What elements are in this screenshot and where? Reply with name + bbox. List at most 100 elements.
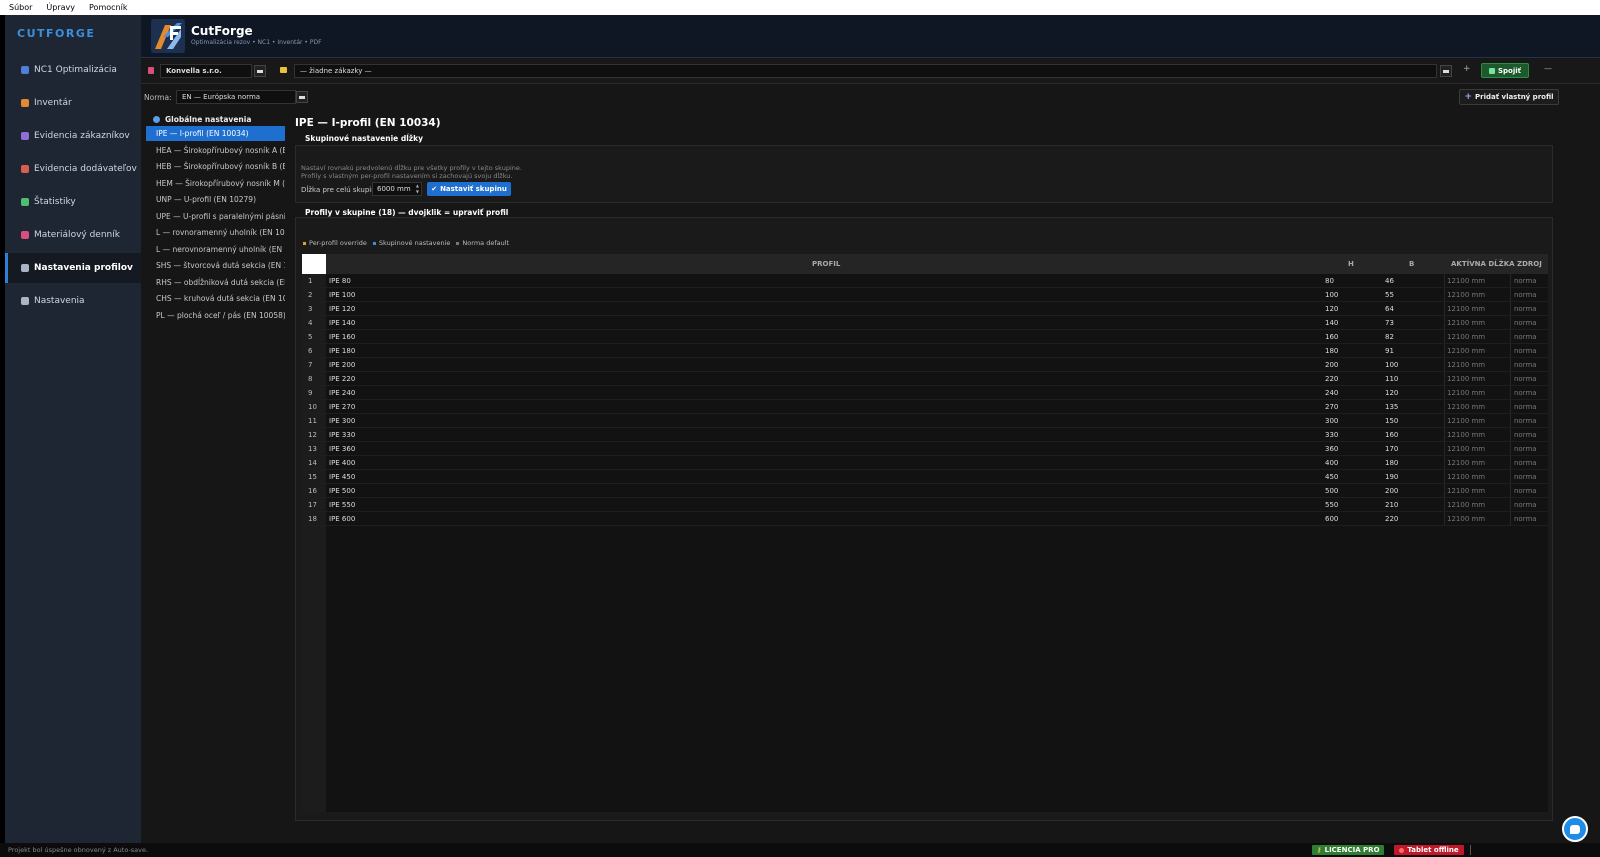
cell-profil: IPE 140 xyxy=(329,319,356,327)
tree-item-heb[interactable]: HEB — Širokopřírubový nosník B (EN 10034… xyxy=(146,159,285,174)
row-number: 13 xyxy=(308,445,317,453)
collapse-button[interactable]: — xyxy=(1544,64,1552,73)
cell-source: norma xyxy=(1514,431,1537,439)
table-row[interactable]: 16 IPE 500 500 200 12100 mm norma xyxy=(302,484,1548,498)
customer-dropdown-button[interactable] xyxy=(254,65,266,77)
row-number: 10 xyxy=(308,403,317,411)
row-number: 17 xyxy=(308,501,317,509)
group-length-box: Nastaví rovnakú predvolenú dĺžku pre vše… xyxy=(295,145,1553,203)
tree-item-chs[interactable]: CHS — kruhová dutá sekcia (EN 10219) xyxy=(146,291,285,306)
cell-b: 180 xyxy=(1385,459,1399,467)
table-row[interactable]: 6 IPE 180 180 91 12100 mm norma xyxy=(302,344,1548,358)
row-number: 8 xyxy=(308,375,313,383)
table-row[interactable]: 4 IPE 140 140 73 12100 mm norma xyxy=(302,316,1548,330)
cell-source: norma xyxy=(1514,515,1537,523)
cell-profil: IPE 600 xyxy=(329,515,356,523)
cell-source: norma xyxy=(1514,389,1537,397)
profile-settings-panel: IPE — I-profil (EN 10034) Skupinové nast… xyxy=(295,113,1595,828)
table-row[interactable]: 11 IPE 300 300 150 12100 mm norma xyxy=(302,414,1548,428)
table-row[interactable]: 5 IPE 160 160 82 12100 mm norma xyxy=(302,330,1548,344)
menu-file[interactable]: Súbor xyxy=(0,3,37,12)
norm-dropdown-button[interactable] xyxy=(296,91,308,103)
table-row[interactable]: 12 IPE 330 330 160 12100 mm norma xyxy=(302,428,1548,442)
sidebar-item-inventar[interactable]: Inventár xyxy=(5,88,141,118)
table-row[interactable]: 17 IPE 550 550 210 12100 mm norma xyxy=(302,498,1548,512)
cell-active-length: 12100 mm xyxy=(1447,515,1486,523)
connect-button[interactable]: Spojiť xyxy=(1481,63,1529,78)
cell-b: 55 xyxy=(1385,291,1394,299)
tree-item-rhs[interactable]: RHS — obdĺžniková dutá sekcia (EN 10219) xyxy=(146,275,285,290)
table-row[interactable]: 10 IPE 270 270 135 12100 mm norma xyxy=(302,400,1548,414)
table-row[interactable]: 9 IPE 240 240 120 12100 mm norma xyxy=(302,386,1548,400)
cell-h: 100 xyxy=(1325,291,1339,299)
notebook-icon xyxy=(21,231,29,239)
tree-item-shs[interactable]: SHS — štvorcová dutá sekcia (EN 10219) xyxy=(146,258,285,273)
customer-select[interactable]: Konvella s.r.o. xyxy=(160,64,252,78)
group-length-input[interactable]: 6000 mm ▲ ▼ xyxy=(372,182,422,196)
sidebar-item-materialovy-dennik[interactable]: Materiálový denník xyxy=(5,220,141,250)
tree-item-label: UPE — U-profil s paralelnými pásnicami xyxy=(156,211,285,221)
sidebar-item-nastavenia-profilov[interactable]: Nastavenia profilov xyxy=(5,253,141,283)
cell-profil: IPE 180 xyxy=(329,347,356,355)
cutforge-logo-icon xyxy=(151,19,185,53)
set-group-button[interactable]: ✔ Nastaviť skupinu xyxy=(427,182,511,196)
cell-profil: IPE 500 xyxy=(329,487,356,495)
tree-item-l[interactable]: L — rovnoramenný uholník (EN 10056-1) xyxy=(146,225,285,240)
order-dropdown-button[interactable] xyxy=(1440,65,1452,77)
tree-item-pl[interactable]: PL — plochá oceľ / pás (EN 10058) xyxy=(146,308,285,323)
cell-b: 150 xyxy=(1385,417,1399,425)
tree-root-global[interactable]: Globálne nastavenia xyxy=(153,113,251,125)
table-row[interactable]: 15 IPE 450 450 190 12100 mm norma xyxy=(302,470,1548,484)
table-row[interactable]: 1 IPE 80 80 46 12100 mm norma xyxy=(302,274,1548,288)
column-header-profil[interactable]: PROFIL xyxy=(812,254,840,274)
order-select[interactable]: — žiadne zákazky — xyxy=(294,64,1437,78)
cell-b: 210 xyxy=(1385,501,1399,509)
cell-profil: IPE 400 xyxy=(329,459,356,467)
tree-item-l[interactable]: L — nerovnoramenný uholník (EN 10056-1) xyxy=(146,242,285,257)
table-row[interactable]: 7 IPE 200 200 100 12100 mm norma xyxy=(302,358,1548,372)
sidebar-item-statistiky[interactable]: Štatistiky xyxy=(5,187,141,217)
tree-item-label: PL — plochá oceľ / pás (EN 10058) xyxy=(156,310,285,320)
status-message: Projekt bol úspešne obnovený z Auto-save… xyxy=(8,846,149,854)
table-row[interactable]: 2 IPE 100 100 55 12100 mm norma xyxy=(302,288,1548,302)
sidebar-item-nc1-optimalizacia[interactable]: NC1 Optimalizácia xyxy=(5,55,141,85)
menu-edit[interactable]: Úpravy xyxy=(37,3,80,12)
table-row[interactable]: 18 IPE 600 600 220 12100 mm norma xyxy=(302,512,1548,526)
group-length-value: 6000 mm xyxy=(377,185,411,193)
tree-item-upe[interactable]: UPE — U-profil s paralelnými pásnicami xyxy=(146,209,285,224)
table-header: PROFIL H B AKTÍVNA DĹŽKA ZDROJ xyxy=(302,254,1548,274)
table-row[interactable]: 14 IPE 400 400 180 12100 mm norma xyxy=(302,456,1548,470)
cell-h: 550 xyxy=(1325,501,1339,509)
column-header-active-length[interactable]: AKTÍVNA DĹŽKA xyxy=(1451,254,1515,274)
column-header-source[interactable]: ZDROJ xyxy=(1517,254,1542,274)
table-row[interactable]: 13 IPE 360 360 170 12100 mm norma xyxy=(302,442,1548,456)
tree-item-hea[interactable]: HEA — Širokopřírubový nosník A (EN 10034… xyxy=(146,143,285,158)
select-all-header[interactable] xyxy=(302,254,326,274)
sidebar-item-evidencia-zakaznikov[interactable]: Evidencia zákazníkov xyxy=(5,121,141,151)
cell-h: 400 xyxy=(1325,459,1339,467)
tree-item-ipe[interactable]: IPE — I-profil (EN 10034) xyxy=(146,126,285,141)
norm-select[interactable]: EN — Európska norma xyxy=(176,90,296,104)
tree-item-hem[interactable]: HEM — Širokopřírubový nosník M (EN 10034… xyxy=(146,176,285,191)
sidebar-item-nastavenia[interactable]: Nastavenia xyxy=(5,286,141,316)
sidebar-item-evidencia-dodavatelov[interactable]: Evidencia dodávateľov xyxy=(5,154,141,184)
add-custom-profile-button[interactable]: + Pridať vlastný profil xyxy=(1459,89,1559,105)
menu-help[interactable]: Pomocník xyxy=(80,3,132,12)
cell-source: norma xyxy=(1514,459,1537,467)
contact-card-icon xyxy=(21,132,29,140)
cell-h: 180 xyxy=(1325,347,1339,355)
legend-swatch-icon xyxy=(303,241,306,245)
row-number: 9 xyxy=(308,389,313,397)
cell-source: norma xyxy=(1514,277,1537,285)
tree-item-unp[interactable]: UNP — U-profil (EN 10279) xyxy=(146,192,285,207)
dropdown-icon xyxy=(299,95,305,99)
app-title: CutForge xyxy=(191,24,253,38)
table-row[interactable]: 3 IPE 120 120 64 12100 mm norma xyxy=(302,302,1548,316)
add-order-button[interactable]: + xyxy=(1463,64,1471,74)
column-header-h[interactable]: H xyxy=(1348,254,1354,274)
chat-button[interactable] xyxy=(1562,816,1588,842)
table-row[interactable]: 8 IPE 220 220 110 12100 mm norma xyxy=(302,372,1548,386)
group-description-1: Nastaví rovnakú predvolenú dĺžku pre vše… xyxy=(301,164,522,172)
row-number: 18 xyxy=(308,515,317,523)
column-header-b[interactable]: B xyxy=(1409,254,1414,274)
